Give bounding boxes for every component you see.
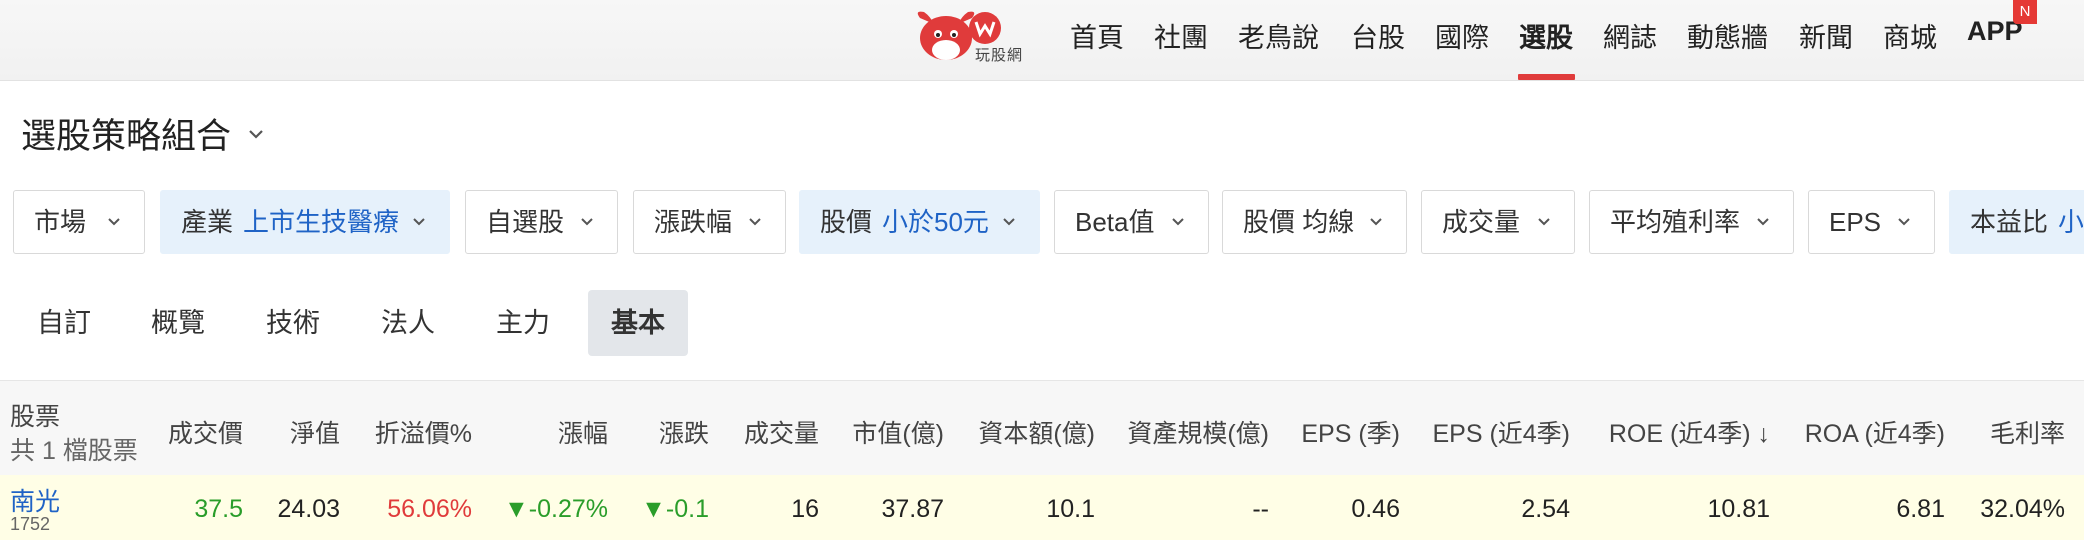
filter-market[interactable]: 市場 xyxy=(13,190,145,254)
tab-custom[interactable]: 自訂 xyxy=(14,290,114,356)
filter-value: 小 xyxy=(2058,207,2084,237)
col-capital[interactable]: 資本額(億) xyxy=(978,414,1095,450)
filter-label: 平均殖利率 xyxy=(1610,207,1741,237)
chevron-down-icon xyxy=(749,218,761,226)
filter-label: 市場 xyxy=(34,207,87,237)
filter-label: 本益比 xyxy=(1970,207,2049,237)
filter-label: 股價 xyxy=(820,207,873,237)
chevron-down-icon xyxy=(1003,218,1015,226)
filter-volume[interactable]: 成交量 xyxy=(1421,190,1575,254)
col-eps-q[interactable]: EPS (季) xyxy=(1301,414,1400,450)
filter-watchlist[interactable]: 自選股 xyxy=(465,190,618,254)
col-gross-margin[interactable]: 毛利率 xyxy=(1990,414,2065,450)
tab-institutional[interactable]: 法人 xyxy=(358,290,458,356)
nav-veteran[interactable]: 老鳥說 xyxy=(1238,16,1319,55)
col-roe-4q[interactable]: ROE (近4季) ↓ xyxy=(1609,414,1770,450)
filter-label: 股價 均線 xyxy=(1243,207,1355,237)
cell-change: ▼-0.1 xyxy=(641,495,709,523)
sort-down-icon: ↓ xyxy=(1757,420,1771,448)
cell-market-cap: 37.87 xyxy=(881,495,944,523)
filter-eps[interactable]: EPS xyxy=(1808,190,1935,254)
col-stock[interactable]: 股票 xyxy=(10,397,60,433)
filter-moving-average[interactable]: 股價 均線 xyxy=(1222,190,1407,254)
tab-main-force[interactable]: 主力 xyxy=(473,290,573,356)
col-change[interactable]: 漲跌 xyxy=(659,414,709,450)
cell-eps-q: 0.46 xyxy=(1351,495,1400,523)
col-volume[interactable]: 成交量 xyxy=(744,414,819,450)
nav-shop[interactable]: 商城 xyxy=(1883,16,1937,55)
tab-overview[interactable]: 概覽 xyxy=(128,290,228,356)
logo-text: 玩股網 xyxy=(975,47,1024,64)
chevron-down-icon xyxy=(413,218,425,226)
cell-assets: -- xyxy=(1252,495,1269,523)
tab-fundamental[interactable]: 基本 xyxy=(588,290,688,356)
col-assets[interactable]: 資產規模(億) xyxy=(1127,414,1269,450)
cell-capital: 10.1 xyxy=(1046,495,1095,523)
filter-label: 產業 xyxy=(181,207,234,237)
nav-news[interactable]: 新聞 xyxy=(1799,16,1853,55)
col-roe-label: ROE (近4季) xyxy=(1608,420,1751,448)
cell-roe-4q: 10.81 xyxy=(1707,495,1770,523)
cell-net-value: 24.03 xyxy=(277,495,340,523)
nav-blog[interactable]: 網誌 xyxy=(1603,16,1657,55)
chevron-down-icon xyxy=(1898,218,1910,226)
col-net-value[interactable]: 淨值 xyxy=(290,414,340,450)
nav-tw-stock[interactable]: 台股 xyxy=(1351,16,1405,55)
nav-feed[interactable]: 動態牆 xyxy=(1687,16,1768,55)
col-price[interactable]: 成交價 xyxy=(168,414,243,450)
cell-volume: 16 xyxy=(791,495,819,523)
cell-premium: 56.06% xyxy=(387,495,472,523)
filter-label: Beta值 xyxy=(1075,207,1155,237)
stock-name-link[interactable]: 南光 xyxy=(10,482,60,518)
nav-international[interactable]: 國際 xyxy=(1435,16,1489,55)
chevron-down-icon xyxy=(1757,218,1769,226)
stock-count: 共 1 檔股票 xyxy=(10,437,138,465)
cell-change-pct: ▼-0.27% xyxy=(504,495,608,523)
filter-label: 自選股 xyxy=(486,207,565,237)
chevron-down-icon xyxy=(1370,218,1382,226)
chevron-down-icon[interactable] xyxy=(246,124,266,144)
nav-club[interactable]: 社團 xyxy=(1154,16,1208,55)
filter-industry[interactable]: 產業 上市生技醫療 xyxy=(160,190,450,254)
filter-dividend-yield[interactable]: 平均殖利率 xyxy=(1589,190,1794,254)
filter-value: 小於50元 xyxy=(882,207,989,237)
col-market-cap[interactable]: 市值(億) xyxy=(852,414,944,450)
filter-label: EPS xyxy=(1829,207,1882,237)
top-header: 玩股網 首頁 社團 老鳥說 台股 國際 選股 網誌 動態牆 新聞 商城 APP … xyxy=(0,0,2084,81)
filter-label: 漲跌幅 xyxy=(654,207,733,237)
nav-home[interactable]: 首頁 xyxy=(1070,16,1124,55)
tab-technical[interactable]: 技術 xyxy=(243,290,343,356)
filter-value: 上市生技醫療 xyxy=(243,207,400,237)
filter-beta[interactable]: Beta值 xyxy=(1054,190,1209,254)
active-nav-indicator xyxy=(1518,74,1575,80)
stock-code: 1752 xyxy=(10,514,51,534)
cell-gross-margin: 32.04% xyxy=(1980,495,2065,523)
filter-pe-ratio[interactable]: 本益比小 xyxy=(1949,190,2084,254)
col-premium[interactable]: 折溢價% xyxy=(375,414,472,450)
cell-price: 37.5 xyxy=(194,495,243,523)
cell-roa-4q: 6.81 xyxy=(1896,495,1945,523)
cell-eps-4q: 2.54 xyxy=(1521,495,1570,523)
chevron-down-icon xyxy=(108,218,120,226)
nav-stock-picker[interactable]: 選股 xyxy=(1519,16,1573,55)
app-new-badge: N xyxy=(2013,0,2037,24)
filter-change[interactable]: 漲跌幅 xyxy=(633,190,786,254)
col-eps-4q[interactable]: EPS (近4季) xyxy=(1432,414,1570,450)
chevron-down-icon xyxy=(1538,218,1550,226)
col-roa-4q[interactable]: ROA (近4季) xyxy=(1805,414,1945,450)
col-change-pct[interactable]: 漲幅 xyxy=(558,414,608,450)
chevron-down-icon xyxy=(581,218,593,226)
table-header: 股票 共 1 檔股票 成交價 淨值 折溢價% 漲幅 漲跌 成交量 市值(億) 資… xyxy=(0,380,2084,476)
chevron-down-icon xyxy=(1172,218,1184,226)
page-title[interactable]: 選股策略組合 xyxy=(21,108,231,159)
filter-label: 成交量 xyxy=(1442,207,1521,237)
filter-price[interactable]: 股價 小於50元 xyxy=(799,190,1040,254)
